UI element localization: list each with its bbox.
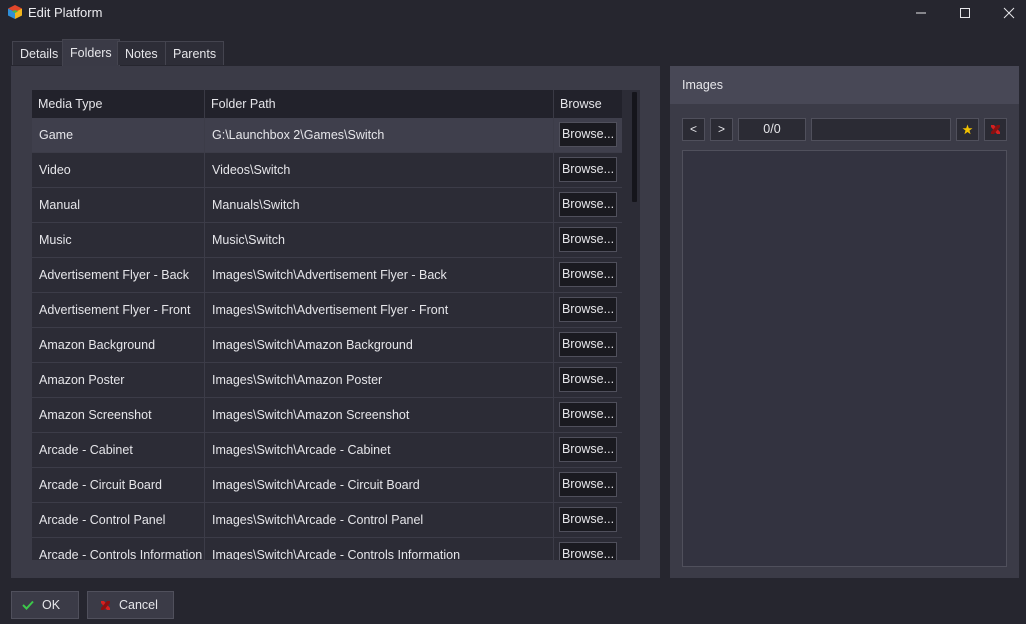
browse-button[interactable]: Browse... xyxy=(559,402,617,427)
table-row[interactable]: Arcade - Cabinet Images\Switch\Arcade - C… xyxy=(32,433,622,468)
folder-path-cell[interactable]: Images\Switch\Amazon Screenshot xyxy=(205,398,554,432)
folder-path-cell[interactable]: Videos\Switch xyxy=(205,153,554,187)
media-type-cell: Arcade - Controls Information xyxy=(32,538,205,560)
media-type-cell: Advertisement Flyer - Back xyxy=(32,258,205,292)
browse-button[interactable]: Browse... xyxy=(559,192,617,217)
folder-path-cell[interactable]: Images\Switch\Arcade - Controls Informat… xyxy=(205,538,554,560)
ok-button[interactable]: OK xyxy=(11,591,79,619)
column-header-media-type[interactable]: Media Type xyxy=(32,90,205,118)
image-name-field[interactable] xyxy=(811,118,951,141)
media-type-cell: Advertisement Flyer - Front xyxy=(32,293,205,327)
table-row[interactable]: Manual Manuals\Switch Browse... xyxy=(32,188,622,223)
remove-image-button[interactable] xyxy=(984,118,1007,141)
window-title: Edit Platform xyxy=(28,5,103,20)
images-header: Images xyxy=(670,66,1019,104)
table-row[interactable]: Music Music\Switch Browse... xyxy=(32,223,622,258)
folders-grid: Media Type Folder Path Browse Game G:\Lau… xyxy=(32,90,640,560)
cancel-label: Cancel xyxy=(119,598,158,612)
folder-path-cell[interactable]: Images\Switch\Amazon Poster xyxy=(205,363,554,397)
browse-button[interactable]: Browse... xyxy=(559,122,617,147)
media-type-cell: Manual xyxy=(32,188,205,222)
maximize-button[interactable] xyxy=(942,0,988,26)
grid-header: Media Type Folder Path Browse xyxy=(32,90,622,118)
media-type-cell: Arcade - Cabinet xyxy=(32,433,205,467)
folder-path-cell[interactable]: G:\Launchbox 2\Games\Switch xyxy=(205,118,554,152)
media-type-cell: Amazon Poster xyxy=(32,363,205,397)
table-row[interactable]: Amazon Poster Images\Switch\Amazon Poster… xyxy=(32,363,622,398)
add-star-icon xyxy=(962,124,973,135)
next-image-button[interactable]: > xyxy=(710,118,733,141)
table-row[interactable]: Arcade - Controls Information Images\Swit… xyxy=(32,538,622,560)
folder-path-cell[interactable]: Images\Switch\Arcade - Control Panel xyxy=(205,503,554,537)
images-title: Images xyxy=(682,78,723,92)
browse-button[interactable]: Browse... xyxy=(559,472,617,497)
cancel-button[interactable]: Cancel xyxy=(87,591,174,619)
media-type-cell: Music xyxy=(32,223,205,257)
folder-path-cell[interactable]: Images\Switch\Arcade - Cabinet xyxy=(205,433,554,467)
media-type-cell: Amazon Screenshot xyxy=(32,398,205,432)
browse-button[interactable]: Browse... xyxy=(559,332,617,357)
folder-path-cell[interactable]: Images\Switch\Arcade - Circuit Board xyxy=(205,468,554,502)
browse-button[interactable]: Browse... xyxy=(559,437,617,462)
media-type-cell: Video xyxy=(32,153,205,187)
tab-folders[interactable]: Folders xyxy=(62,39,120,66)
media-type-cell: Amazon Background xyxy=(32,328,205,362)
close-icon xyxy=(1003,7,1015,19)
maximize-icon xyxy=(960,8,970,18)
browse-button[interactable]: Browse... xyxy=(559,262,617,287)
scrollbar-thumb[interactable] xyxy=(632,92,637,202)
media-type-cell: Arcade - Control Panel xyxy=(32,503,205,537)
folder-path-cell[interactable]: Images\Switch\Advertisement Flyer - Fron… xyxy=(205,293,554,327)
browse-button[interactable]: Browse... xyxy=(559,157,617,182)
ok-label: OK xyxy=(42,598,61,612)
title-bar: Edit Platform xyxy=(0,0,1026,26)
media-type-cell: Game xyxy=(32,118,205,152)
table-row[interactable]: Arcade - Circuit Board Images\Switch\Arca… xyxy=(32,468,622,503)
images-panel: Images < > 0/0 xyxy=(670,66,1019,578)
folder-path-cell[interactable]: Images\Switch\Advertisement Flyer - Back xyxy=(205,258,554,292)
grid-scrollbar[interactable] xyxy=(629,90,640,560)
media-type-cell: Arcade - Circuit Board xyxy=(32,468,205,502)
browse-button[interactable]: Browse... xyxy=(559,367,617,392)
image-counter: 0/0 xyxy=(738,118,806,141)
folders-panel: Media Type Folder Path Browse Game G:\Lau… xyxy=(11,66,660,578)
previous-image-button[interactable]: < xyxy=(682,118,705,141)
table-row[interactable]: Advertisement Flyer - Back Images\Switch\… xyxy=(32,258,622,293)
tab-parents[interactable]: Parents xyxy=(165,41,225,65)
table-row[interactable]: Game G:\Launchbox 2\Games\Switch Browse... xyxy=(32,118,622,153)
close-button[interactable] xyxy=(986,0,1026,26)
browse-button[interactable]: Browse... xyxy=(559,227,617,252)
column-header-folder-path[interactable]: Folder Path xyxy=(205,90,554,118)
minimize-button[interactable] xyxy=(898,0,944,26)
remove-icon xyxy=(991,125,1000,134)
launchbox-icon xyxy=(8,5,22,19)
tab-details[interactable]: Details xyxy=(12,41,67,65)
folder-path-cell[interactable]: Music\Switch xyxy=(205,223,554,257)
tab-notes[interactable]: Notes xyxy=(117,41,166,65)
table-row[interactable]: Video Videos\Switch Browse... xyxy=(32,153,622,188)
folder-path-cell[interactable]: Images\Switch\Amazon Background xyxy=(205,328,554,362)
checkmark-icon xyxy=(22,600,34,610)
table-row[interactable]: Amazon Screenshot Images\Switch\Amazon Sc… xyxy=(32,398,622,433)
minimize-icon xyxy=(916,12,926,14)
browse-button[interactable]: Browse... xyxy=(559,297,617,322)
folder-path-cell[interactable]: Manuals\Switch xyxy=(205,188,554,222)
browse-button[interactable]: Browse... xyxy=(559,507,617,532)
column-header-browse[interactable]: Browse xyxy=(554,90,622,118)
table-row[interactable]: Arcade - Control Panel Images\Switch\Arca… xyxy=(32,503,622,538)
table-row[interactable]: Amazon Background Images\Switch\Amazon Ba… xyxy=(32,328,622,363)
cancel-x-icon xyxy=(101,600,110,610)
image-preview-area[interactable] xyxy=(682,150,1007,567)
browse-button[interactable]: Browse... xyxy=(559,542,617,560)
add-image-button[interactable] xyxy=(956,118,979,141)
table-row[interactable]: Advertisement Flyer - Front Images\Switch… xyxy=(32,293,622,328)
